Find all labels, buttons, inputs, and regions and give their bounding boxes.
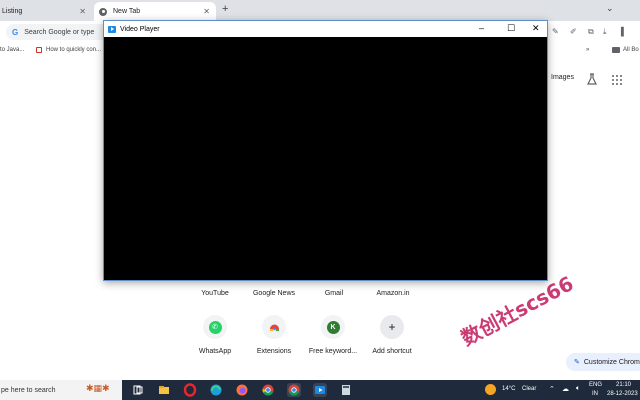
- k-letter-icon: K: [326, 320, 340, 334]
- chrome-favicon-icon: [99, 7, 107, 16]
- google-apps-icon[interactable]: [612, 75, 622, 85]
- bookmark-item[interactable]: How to quickly con...: [36, 47, 101, 53]
- weather-temp[interactable]: 14°C: [502, 386, 515, 392]
- taskbar-search-placeholder: pe here to search: [1, 386, 56, 394]
- whatsapp-icon: ✆: [208, 320, 222, 334]
- maximize-button[interactable]: ☐: [507, 23, 515, 34]
- download-icon[interactable]: ⤓: [603, 27, 607, 37]
- new-tab-button[interactable]: +: [222, 3, 228, 15]
- bookmark-label: How to quickly con...: [46, 47, 102, 53]
- shortcut-extensions[interactable]: [262, 315, 286, 339]
- extensions-puzzle-icon[interactable]: ⧉: [588, 27, 594, 37]
- language-secondary[interactable]: IN: [592, 391, 598, 397]
- calculator-icon[interactable]: [339, 383, 353, 397]
- tray-chevron-up-icon[interactable]: ⌃: [549, 385, 555, 393]
- plus-icon: +: [388, 320, 396, 334]
- video-player-icon[interactable]: [313, 383, 327, 397]
- shortcut-whatsapp[interactable]: ✆: [203, 315, 227, 339]
- labs-flask-icon[interactable]: [586, 73, 598, 85]
- video-player-titlebar[interactable]: Video Player – ☐ ✕: [104, 21, 547, 37]
- clock-date[interactable]: 28-12-2023: [607, 391, 638, 397]
- language-primary[interactable]: ENG: [589, 382, 602, 388]
- clock-time[interactable]: 21:10: [616, 382, 631, 388]
- tab-label: Listing: [2, 8, 23, 15]
- bookmark-item[interactable]: to Java...: [0, 47, 24, 53]
- all-bookmarks-label: All Bo: [623, 47, 639, 53]
- add-shortcut-button[interactable]: +: [380, 315, 404, 339]
- edit-icon[interactable]: ✎: [552, 27, 559, 36]
- google-g-icon: G: [12, 27, 19, 37]
- browser-tabstrip: Listing ✕ New Tab ✕ + ⌄: [0, 0, 640, 21]
- chrome-web-store-icon: [269, 324, 279, 331]
- window-title: Video Player: [120, 25, 160, 33]
- video-canvas[interactable]: [104, 37, 547, 280]
- shortcut-amazon[interactable]: Amazon.in: [353, 290, 433, 297]
- shortcut-label: Add shortcut: [372, 348, 412, 355]
- weather-desc[interactable]: Clear: [522, 386, 536, 392]
- customize-label: Customize Chrom: [583, 358, 640, 366]
- firefox-icon[interactable]: [235, 383, 249, 397]
- tab-close-icon[interactable]: ✕: [203, 7, 210, 16]
- network-icon[interactable]: ☁: [562, 385, 569, 393]
- omnibox-placeholder: Search Google or type: [24, 28, 95, 36]
- all-bookmarks-button[interactable]: All Bo: [612, 47, 639, 53]
- video-player-app-icon: [108, 25, 116, 33]
- weather-moon-icon[interactable]: [485, 384, 496, 395]
- task-view-icon[interactable]: [131, 383, 145, 397]
- search-highlight-icon: ✱▦✱: [86, 383, 110, 393]
- double-chevron-icon: »: [586, 47, 590, 53]
- shortcut-free-keyword[interactable]: K: [321, 315, 345, 339]
- chrome-icon[interactable]: [261, 383, 275, 397]
- eyedropper-icon[interactable]: ✐: [570, 27, 577, 36]
- video-player-window[interactable]: Video Player – ☐ ✕: [103, 20, 548, 281]
- omnibox[interactable]: G Search Google or type: [6, 24, 116, 40]
- file-explorer-icon[interactable]: [157, 383, 171, 397]
- bookmark-favicon-icon: [36, 47, 42, 53]
- images-link[interactable]: Images: [551, 74, 574, 81]
- customize-chrome-button[interactable]: ✎ Customize Chrom: [566, 353, 640, 371]
- chrome-alt-icon[interactable]: [287, 383, 301, 397]
- windows-taskbar: pe here to search ✱▦✱ 14°C Clear ⌃ ☁ 🔈︎ …: [0, 380, 640, 400]
- opera-icon[interactable]: [183, 383, 197, 397]
- minimize-button[interactable]: –: [479, 23, 484, 33]
- folder-icon: [612, 47, 620, 53]
- tab-close-icon[interactable]: ✕: [79, 7, 86, 16]
- edge-icon[interactable]: [209, 383, 223, 397]
- chevron-down-icon[interactable]: ⌄: [606, 3, 614, 14]
- tab-label: New Tab: [113, 8, 141, 15]
- side-panel-icon[interactable]: ▐: [618, 27, 624, 36]
- bookmark-label: to Java...: [0, 47, 25, 53]
- close-button[interactable]: ✕: [532, 23, 540, 34]
- bookmarks-overflow-button[interactable]: »: [586, 47, 589, 53]
- tab-listing[interactable]: Listing ✕: [0, 2, 92, 21]
- taskbar-search[interactable]: pe here to search ✱▦✱: [0, 380, 122, 400]
- pencil-icon: ✎: [574, 359, 580, 366]
- tab-new-tab[interactable]: New Tab ✕: [94, 2, 216, 21]
- volume-icon[interactable]: 🔈︎: [576, 385, 580, 393]
